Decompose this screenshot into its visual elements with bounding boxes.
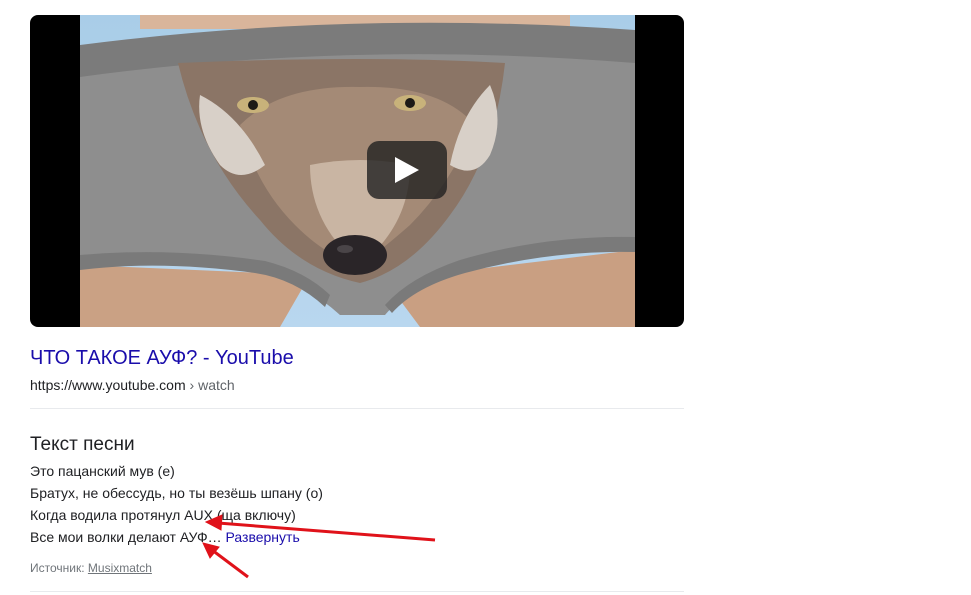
play-icon <box>395 157 419 183</box>
lyrics-block: Это пацанский мув (е) Братух, не обессуд… <box>30 460 323 548</box>
divider <box>30 408 684 409</box>
play-button[interactable] <box>367 141 447 199</box>
divider <box>30 591 684 592</box>
source-label: Источник: <box>30 561 88 575</box>
result-title-link[interactable]: ЧТО ТАКОЕ АУФ? - YouTube <box>30 345 294 371</box>
thumbnail-image <box>80 15 635 327</box>
result-url-path: › watch <box>185 377 235 393</box>
result-url-domain: https://www.youtube.com <box>30 377 186 393</box>
video-thumbnail[interactable] <box>30 15 684 327</box>
lyric-line-text: Все мои волки делают АУФ… <box>30 529 226 545</box>
lyric-line-last: Все мои волки делают АУФ… Развернуть <box>30 526 323 548</box>
lyrics-source: Источник: Musixmatch <box>30 560 152 576</box>
lyrics-heading: Текст песни <box>30 434 135 455</box>
search-result-page: ЧТО ТАКОЕ АУФ? - YouTube https://www.you… <box>0 0 971 595</box>
lyric-line: Это пацанский мув (е) <box>30 463 175 479</box>
source-link[interactable]: Musixmatch <box>88 561 152 575</box>
lyric-line: Братух, не обессудь, но ты везёшь шпану … <box>30 485 323 501</box>
expand-lyrics-link[interactable]: Развернуть <box>226 529 300 545</box>
result-url[interactable]: https://www.youtube.com › watch <box>30 376 235 394</box>
annotation-arrow-icon <box>202 542 249 579</box>
lyric-line: Когда водила протянул AUX (ща включу) <box>30 507 296 523</box>
